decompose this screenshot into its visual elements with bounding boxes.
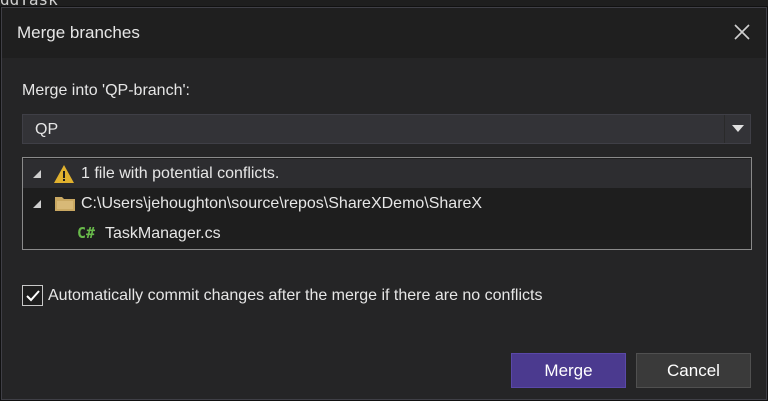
merge-into-label: Merge into 'QP-branch': <box>22 82 190 99</box>
expanded-triangle-icon[interactable] <box>32 169 42 179</box>
dialog-title: Merge branches <box>17 23 140 42</box>
checkmark-icon <box>26 290 40 302</box>
branch-select-value: QP <box>35 121 59 138</box>
close-button[interactable] <box>730 20 754 44</box>
merge-button[interactable]: Merge <box>511 353 626 388</box>
close-icon <box>734 24 750 40</box>
chevron-down-icon <box>732 125 744 132</box>
conflicts-tree: 1 file with potential conflicts. C:\User… <box>22 157 752 250</box>
dialog-titlebar: Merge branches <box>2 8 766 58</box>
tree-item-label: TaskManager.cs <box>105 225 221 242</box>
merge-branches-dialog: Merge branches Merge into 'QP-branch': Q… <box>1 7 767 400</box>
tree-item-label: C:\Users\jehoughton\source\repos\ShareXD… <box>81 195 483 212</box>
tree-item-folder[interactable]: C:\Users\jehoughton\source\repos\ShareXD… <box>23 189 751 218</box>
tree-item-file[interactable]: C# TaskManager.cs <box>23 219 751 248</box>
folder-icon <box>55 197 75 211</box>
csharp-file-icon: C# <box>77 224 96 242</box>
tree-item-label: 1 file with potential conflicts. <box>81 165 280 182</box>
auto-commit-label: Automatically commit changes after the m… <box>48 287 543 304</box>
expanded-triangle-icon[interactable] <box>32 199 42 209</box>
auto-commit-option[interactable]: Automatically commit changes after the m… <box>22 284 662 308</box>
auto-commit-checkbox[interactable] <box>22 285 43 306</box>
branch-select[interactable]: QP <box>22 114 751 144</box>
tree-item-conflicts-summary[interactable]: 1 file with potential conflicts. <box>23 159 751 188</box>
cancel-button[interactable]: Cancel <box>636 353 751 388</box>
warning-icon <box>54 165 74 183</box>
branch-select-dropdown-button[interactable] <box>724 115 750 143</box>
